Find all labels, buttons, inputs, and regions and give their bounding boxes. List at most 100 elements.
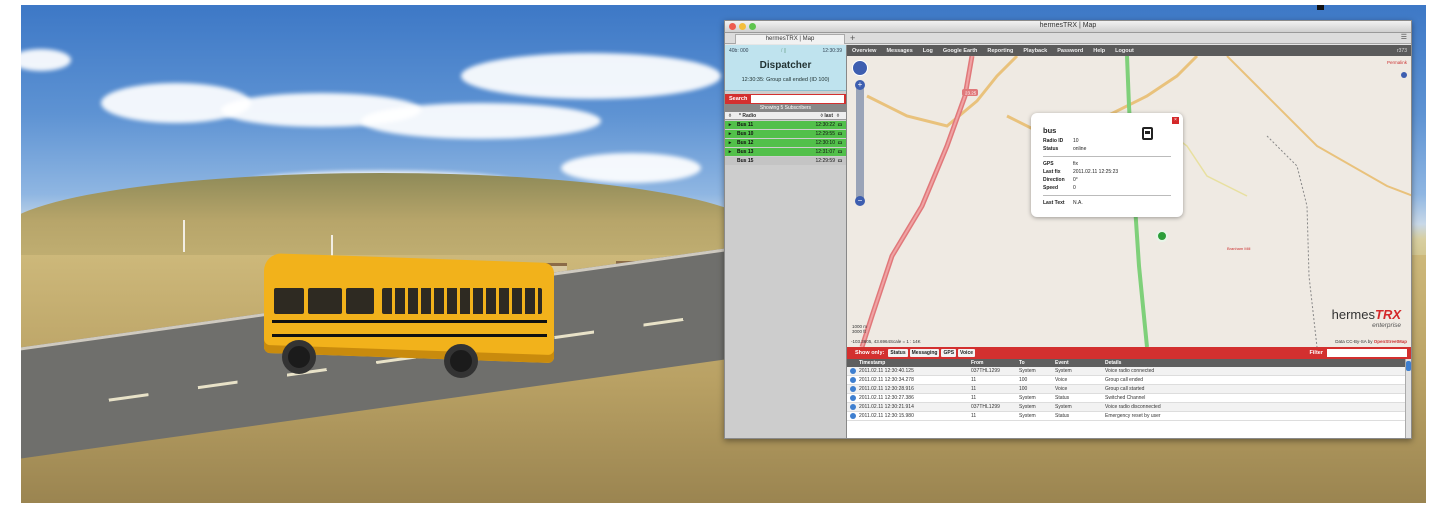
table-row[interactable]: 2011.02.11 12:30:15.980 11 System Status… bbox=[847, 412, 1405, 421]
last-column-header[interactable]: ◊ last bbox=[797, 112, 833, 119]
subscriber-row[interactable]: Bus 15 12:29:59 ▭ bbox=[725, 157, 846, 165]
tab-bar: hermesTRX | Map + ☰ bbox=[725, 33, 1411, 44]
subscriber-table-header: ◊ * Radio ◊ last ◊ bbox=[725, 112, 846, 120]
event-from: 11 bbox=[971, 413, 977, 419]
event-type: System bbox=[1055, 368, 1072, 374]
radio-icon: ▸ bbox=[728, 149, 732, 155]
school-bus bbox=[264, 252, 564, 378]
events-list: 2011.02.11 12:30:40.125 037THL1299 Syste… bbox=[847, 367, 1405, 421]
from-header[interactable]: From bbox=[971, 359, 1019, 367]
popup-close-button[interactable]: × bbox=[1172, 117, 1179, 124]
scrollbar-thumb[interactable] bbox=[1406, 361, 1411, 371]
event-from: 11 bbox=[971, 386, 977, 392]
bus-icon: ▭ bbox=[837, 140, 843, 146]
bus-icon: ▭ bbox=[837, 149, 843, 155]
timestamp-header[interactable]: Timestamp bbox=[859, 359, 971, 367]
dispatcher-status-box: 40b: 000 / || 12:30:39 Dispatcher 12:30:… bbox=[725, 45, 846, 91]
nav-messages[interactable]: Messages bbox=[881, 48, 917, 54]
popup-field: Status online bbox=[1043, 146, 1087, 152]
subscriber-last-seen: 12:30:10 bbox=[815, 140, 835, 146]
main-nav: Overview Messages Log Google Earth Repor… bbox=[847, 45, 1411, 56]
subscriber-row[interactable]: ▸ Bus 12 12:30:10 ▭ bbox=[725, 139, 846, 147]
subscriber-last-seen: 12:30:22 bbox=[815, 122, 835, 128]
table-row[interactable]: 2011.02.11 12:30:40.125 037THL1299 Syste… bbox=[847, 367, 1405, 376]
nav-reporting[interactable]: Reporting bbox=[982, 48, 1018, 54]
subscriber-last-seen: 12:31:07 bbox=[815, 149, 835, 155]
subscriber-name: Bus 12 bbox=[737, 140, 754, 146]
events-table: Timestamp From To Event Details 2011.02.… bbox=[847, 359, 1405, 438]
event-from: 11 bbox=[971, 377, 977, 383]
logo-brand: TRX bbox=[1375, 307, 1401, 322]
sort-column-header[interactable]: ◊ bbox=[725, 112, 735, 119]
zoom-slider[interactable] bbox=[856, 86, 864, 202]
event-timestamp: 2011.02.11 12:30:40.125 bbox=[859, 368, 914, 374]
table-row[interactable]: 2011.02.11 12:30:34.278 11 100 Voice Gro… bbox=[847, 376, 1405, 385]
events-scrollbar[interactable] bbox=[1405, 359, 1411, 438]
menu-icon[interactable]: ☰ bbox=[1401, 33, 1407, 41]
search-input[interactable] bbox=[751, 95, 844, 103]
subscriber-name: Bus 15 bbox=[737, 158, 754, 164]
subscriber-row[interactable]: ▸ Bus 13 12:31:07 ▭ bbox=[725, 148, 846, 156]
scale-bar: 1000 m 3000 ft bbox=[852, 324, 867, 334]
subscriber-name: Bus 11 bbox=[737, 122, 754, 128]
hermestrx-logo: hermesTRX enterprise bbox=[1332, 307, 1401, 329]
nav-password[interactable]: Password bbox=[1052, 48, 1088, 54]
map-marker-icon[interactable] bbox=[1401, 72, 1407, 78]
nav-logout[interactable]: Logout bbox=[1110, 48, 1139, 54]
popup-divider bbox=[1043, 156, 1171, 157]
popup-field: Radio ID 10 bbox=[1043, 138, 1079, 144]
corner-marker bbox=[1317, 5, 1324, 10]
search-bar: Search bbox=[725, 94, 846, 104]
subscriber-row[interactable]: ▸ Bus 10 12:29:55 ▭ bbox=[725, 130, 846, 138]
browser-tab[interactable]: hermesTRX | Map bbox=[735, 34, 845, 44]
zoom-out-button[interactable]: − bbox=[855, 196, 865, 206]
subscriber-row[interactable]: ▸ Bus 11 12:30:22 ▭ bbox=[725, 121, 846, 129]
nav-overview[interactable]: Overview bbox=[847, 48, 881, 54]
popup-field: Last fix 2011.02.11 12:25:23 bbox=[1043, 169, 1119, 175]
attribution-text: Data CC-By-SA by bbox=[1335, 339, 1373, 344]
filter-voice-button[interactable]: Voice bbox=[958, 349, 975, 357]
map-view[interactable]: 23.25 + − Permalink Branham Mill 1000 m … bbox=[847, 56, 1411, 347]
new-tab-button[interactable]: + bbox=[850, 33, 855, 43]
filter-status-button[interactable]: Status bbox=[888, 349, 908, 357]
permalink[interactable]: Permalink bbox=[1387, 60, 1407, 65]
signal-icon: / || bbox=[781, 48, 787, 54]
nav-help[interactable]: Help bbox=[1088, 48, 1110, 54]
nav-google-earth[interactable]: Google Earth bbox=[938, 48, 983, 54]
popup-field: Direction 0° bbox=[1043, 177, 1078, 183]
version-label: r373 bbox=[1396, 47, 1407, 54]
filter-input[interactable] bbox=[1327, 349, 1407, 357]
to-header[interactable]: To bbox=[1019, 359, 1055, 367]
scale-imperial: 3000 ft bbox=[852, 329, 866, 334]
radio-icon: ▸ bbox=[728, 140, 732, 146]
filter-messaging-button[interactable]: Messaging bbox=[909, 349, 940, 357]
event-timestamp: 2011.02.11 12:30:21.914 bbox=[859, 404, 914, 410]
event-from: 037THL1299 bbox=[971, 404, 1000, 410]
event-to: 100 bbox=[1019, 377, 1028, 383]
extra-column-header[interactable]: ◊ bbox=[833, 112, 843, 119]
table-row[interactable]: 2011.02.11 12:30:21.914 037THL1299 Syste… bbox=[847, 403, 1405, 412]
osm-link[interactable]: OpenStreetMap bbox=[1374, 339, 1407, 344]
popup-field: Speed 0 bbox=[1043, 185, 1076, 191]
event-details: Voice radio disconnected bbox=[1105, 404, 1161, 410]
pan-control-icon[interactable] bbox=[852, 60, 868, 76]
zoom-in-button[interactable]: + bbox=[855, 80, 865, 90]
nav-log[interactable]: Log bbox=[918, 48, 938, 54]
event-header[interactable]: Event bbox=[1055, 359, 1105, 367]
subscriber-count: Showing 5 Subscribers bbox=[725, 104, 846, 112]
vehicle-location-marker[interactable] bbox=[1156, 230, 1168, 242]
nav-playback[interactable]: Playback bbox=[1018, 48, 1052, 54]
event-to: System bbox=[1019, 413, 1036, 419]
subscriber-last-seen: 12:29:55 bbox=[815, 131, 835, 137]
radio-column-header[interactable]: * Radio bbox=[735, 112, 797, 119]
event-details: Group call ended bbox=[1105, 377, 1144, 383]
table-row[interactable]: 2011.02.11 12:30:27.386 11 System Status… bbox=[847, 394, 1405, 403]
filter-gps-button[interactable]: GPS bbox=[941, 349, 957, 357]
event-type: Voice bbox=[1055, 377, 1068, 383]
table-row[interactable]: 2011.02.11 12:30:28.916 11 100 Voice Gro… bbox=[847, 385, 1405, 394]
event-type: System bbox=[1055, 404, 1072, 410]
details-header[interactable]: Details bbox=[1105, 359, 1405, 367]
info-icon bbox=[847, 385, 859, 393]
road-label: 23.25 bbox=[965, 91, 977, 96]
event-details: Voice radio connected bbox=[1105, 368, 1155, 374]
